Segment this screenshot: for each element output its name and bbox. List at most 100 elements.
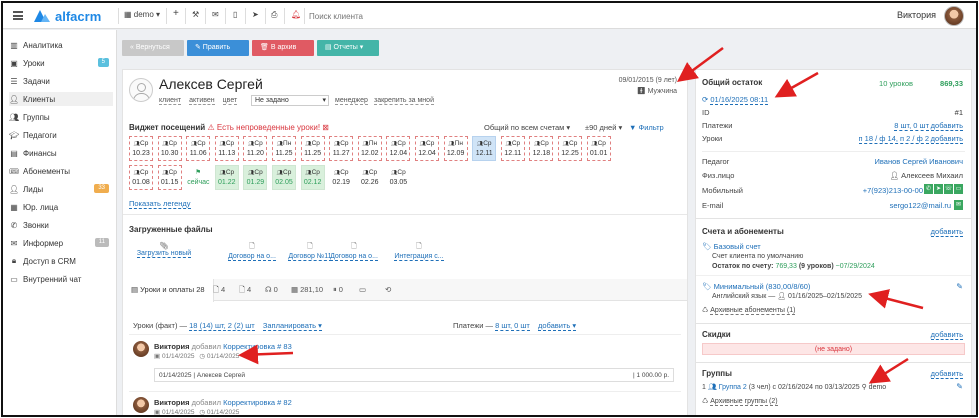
visit-day[interactable]: 👥︎Ср 01.08 — [129, 165, 153, 190]
client-tag[interactable]: активен — [189, 97, 215, 105]
visit-day[interactable]: 👥︎Ср 01.15 — [157, 165, 182, 190]
menu-icon[interactable] — [13, 11, 23, 20]
edit-group-icon[interactable]: ✎ — [956, 382, 963, 391]
sidebar-item-9[interactable]: 👤︎ Лиды 33 — [9, 182, 113, 196]
visit-day[interactable]: 👥︎Ср 03.05 — [386, 165, 411, 190]
file-item[interactable]: 🗋 Интеграция с... — [384, 242, 454, 261]
add-payment-link[interactable]: добавить — [930, 121, 963, 131]
filter-button[interactable]: ▼ Фильтр — [629, 123, 664, 132]
sidebar-item-11[interactable]: ✆ Звонки — [9, 218, 113, 232]
sidebar-item-14[interactable]: ▭ Внутренний чат — [9, 272, 113, 286]
viber-icon[interactable]: ☏ — [944, 184, 953, 194]
tab-8[interactable]: ⟲ — [377, 279, 401, 301]
payments-value[interactable]: 8 шт, 0 шт — [894, 121, 929, 131]
brand-logo[interactable]: alfacrm — [33, 8, 101, 24]
print-icon[interactable]: ⎙ — [271, 10, 277, 20]
subscription-link[interactable]: 🏷︎ Минимальный (830,00/8/60) — [702, 282, 810, 291]
tab-6[interactable]: ⏸︎ 0 — [325, 279, 351, 301]
visit-day[interactable]: 👥︎Ср 02.12 — [300, 165, 325, 190]
visit-day[interactable]: 👥︎Пн 11.25 — [272, 136, 296, 161]
visit-day[interactable]: 👥︎Ср 02.26 — [357, 165, 382, 190]
sidebar-item-2[interactable]: ▣ Уроки 5 — [9, 56, 113, 70]
teacher-link[interactable]: Иванов Сергей Иванович — [875, 157, 963, 166]
add-group-link[interactable]: добавить — [930, 369, 963, 379]
tab-1[interactable]: ▤ Уроки и оплаты 28 — [123, 279, 214, 302]
visit-day[interactable]: 👥︎Ср 01.29 — [243, 165, 268, 190]
visit-day[interactable]: 👥︎Ср 10.23 — [129, 136, 153, 161]
tab-2[interactable]: 🗋 4 — [205, 279, 233, 301]
telegram-icon[interactable]: ➤ — [252, 10, 259, 19]
sidebar-item-6[interactable]: 🎓︎ Педагоги — [9, 128, 113, 142]
visit-day[interactable]: 👥︎Ср 12.25 — [558, 136, 582, 161]
visit-day[interactable]: 👥︎Ср 11.25 — [300, 136, 325, 161]
archived-subscriptions-link[interactable]: ♺ Архивные абонементы (1) — [702, 306, 796, 315]
client-search-input[interactable] — [309, 9, 459, 23]
visit-day[interactable]: 👥︎Ср 11.27 — [329, 136, 354, 161]
archived-groups-link[interactable]: ♺ Архивные группы (2) — [702, 397, 778, 406]
lessons-value-link[interactable]: п 18 / ф 14, п 2 / ф 2 — [858, 134, 929, 144]
edit-subscription-icon[interactable]: ✎ — [956, 282, 963, 291]
show-legend-link[interactable]: Показать легенду — [129, 199, 191, 209]
sidebar-item-4[interactable]: 👤︎ Клиенты — [9, 92, 113, 106]
add-payment-link[interactable]: добавить ▾ — [537, 321, 577, 331]
group-link[interactable]: Группа 2 — [719, 384, 747, 391]
visit-day[interactable]: 👥︎Ср 12.11 — [500, 136, 525, 161]
sidebar-item-7[interactable]: ▤ Финансы — [9, 146, 113, 160]
entry-target-link[interactable]: Корректировка # 82 — [223, 398, 292, 407]
visit-day[interactable]: 👥︎Ср 12.04 — [386, 136, 411, 161]
tab-3[interactable]: 🗋 4 — [231, 279, 259, 301]
external-icon[interactable]: ⊠ — [322, 123, 329, 132]
user-avatar[interactable] — [944, 6, 964, 26]
mobile-icon[interactable]: ▯ — [233, 10, 237, 19]
back-button[interactable]: « Вернуться — [122, 40, 184, 56]
lessons-value[interactable]: п 18 / ф 14, п 2 / ф 2 — [858, 134, 929, 144]
mail-icon[interactable]: ✉ — [212, 10, 219, 19]
visit-day[interactable]: 👥︎Ср 11.13 — [214, 136, 239, 161]
branch-select[interactable]: ▦ demo ▾ — [124, 10, 160, 19]
edit-button[interactable]: ✎ Править — [187, 40, 249, 56]
entry-target-link[interactable]: Корректировка # 83 — [223, 342, 292, 351]
add-lesson-link[interactable]: добавить — [930, 134, 963, 144]
sidebar-item-3[interactable]: ☰ Задачи — [9, 74, 113, 88]
account-filter-select[interactable]: Общий по всем счетам ▾ — [484, 123, 570, 132]
visit-day[interactable]: 👥︎Ср 01.22 — [214, 165, 239, 190]
lessons-fact-link[interactable]: 18 (14) шт, 2 (2) шт — [189, 321, 255, 331]
status-select[interactable]: Не задано ▾ — [251, 95, 329, 106]
telegram-icon[interactable]: ➤ — [934, 184, 943, 194]
visit-day[interactable]: 👥︎Ср 10.30 — [157, 136, 182, 161]
days-filter-select[interactable]: ±90 дней ▾ — [585, 123, 622, 132]
sidebar-item-5[interactable]: 👥︎ Группы — [9, 110, 113, 124]
visit-day[interactable]: 👥︎Пн 12.09 — [443, 136, 468, 161]
sidebar-item-12[interactable]: ✉ Информер 11 — [9, 236, 113, 250]
wrench-icon[interactable]: ⚒ — [192, 10, 199, 19]
add-account-link[interactable]: добавить — [930, 227, 963, 237]
add-button[interactable]: + — [173, 8, 179, 19]
notification-bell-icon[interactable]: 🔔︎ — [291, 10, 301, 19]
visit-day[interactable]: 👥︎Ср 11.06 — [186, 136, 211, 161]
assign-manager-link[interactable]: закрепить за мной — [374, 97, 434, 105]
visit-day[interactable]: 👥︎Ср 12.11 — [472, 136, 497, 161]
email-send-icon[interactable]: ✉ — [954, 200, 963, 210]
tab-7[interactable]: ▭ — [351, 279, 376, 301]
visit-day[interactable]: 👥︎Ср 01.01 — [586, 136, 611, 161]
whatsapp-icon[interactable]: ✆ — [924, 184, 933, 194]
sms-icon[interactable]: ▭ — [954, 184, 963, 194]
payments-value-link[interactable]: 8 шт, 0 шт — [894, 121, 929, 131]
schedule-lesson-link[interactable]: Запланировать ▾ — [262, 321, 322, 331]
tab-4[interactable]: ☊ 0 — [257, 279, 286, 301]
entry-detail-row[interactable]: 01/14/2025 | Алексев Сергей | 1 000.00 р… — [154, 368, 674, 382]
balance-date-link[interactable]: ⟳ 01/16/2025 08:11 — [702, 95, 769, 105]
email-link[interactable]: sergo122@mail.ru — [890, 201, 951, 210]
sidebar-item-10[interactable]: ▦ Юр. лица — [9, 200, 113, 214]
add-discount-link[interactable]: добавить — [930, 330, 963, 340]
payments-link[interactable]: 8 шт, 0 шт — [495, 321, 530, 331]
phone-link[interactable]: +7(923)213-00-00 — [863, 186, 923, 195]
file-item[interactable]: 📎︎ Загрузить новый — [129, 242, 199, 258]
visit-day[interactable]: 👥︎Ср 12.18 — [529, 136, 554, 161]
visit-day[interactable]: 👥︎Ср 12.04 — [415, 136, 439, 161]
current-user-name[interactable]: Виктория — [897, 10, 936, 20]
tab-5[interactable]: ▦ 281,10 — [283, 279, 331, 301]
base-account-link[interactable]: 🏷︎ Базовый счет — [702, 242, 761, 251]
visit-day[interactable]: 👥︎Ср 02.19 — [329, 165, 354, 190]
file-item[interactable]: 🗋 Договор на о... — [319, 242, 389, 261]
